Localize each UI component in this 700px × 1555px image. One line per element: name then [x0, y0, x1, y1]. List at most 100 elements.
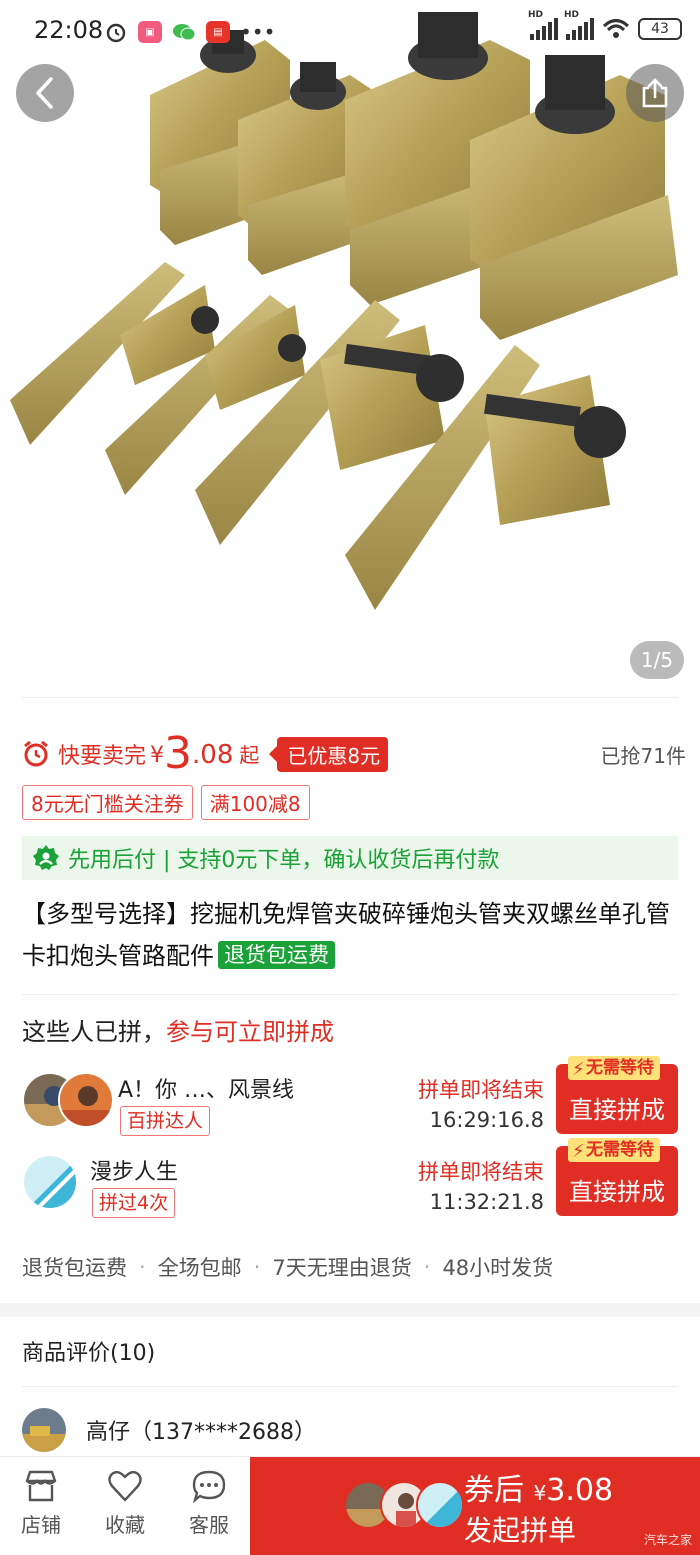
coupon-row: 8元无门槛关注券 满100减8	[22, 785, 310, 820]
share-button[interactable]	[626, 64, 684, 122]
discount-tag: 已优惠8元	[269, 736, 389, 772]
signal-icon-2: HD	[564, 10, 594, 40]
heart-icon	[108, 1470, 142, 1502]
section-gap	[0, 1303, 700, 1317]
bottom-action-bar: 店铺 收藏 客服 券后 ¥3.08 发起拼单 汽车之家	[0, 1456, 700, 1555]
network-label-2: HD	[564, 10, 580, 20]
group-row: 漫步人生 拼过4次 拼单即将结束 11:32:21.8 ⚡ 无需等待 直接拼成	[22, 1138, 678, 1218]
lightning-icon: ⚡	[572, 1141, 585, 1162]
pay-later-text: 先用后付 | 支持0元下单，确认收货后再付款	[68, 848, 500, 873]
divider	[22, 994, 678, 995]
reviews-title[interactable]: 商品评价(10)	[22, 1335, 155, 1367]
after-coupon-price: 券后 ¥3.08	[464, 1465, 613, 1509]
group-leader-name: A！你 …、风景线	[118, 1078, 295, 1103]
status-indicators: HD HD 43	[528, 10, 682, 40]
product-title: 【多型号选择】挖掘机免焊管夹破碎锤炮头管夹双螺丝单孔管卡扣炮头管路配件 退货包运费	[22, 893, 682, 977]
store-button[interactable]: 店铺	[6, 1469, 76, 1538]
status-time: 22:08	[34, 16, 104, 44]
divider	[22, 1386, 678, 1387]
no-wait-label: 无需等待	[586, 1058, 654, 1078]
shop-app-icon: ▣	[138, 21, 162, 43]
separator-dot: ·	[253, 1255, 261, 1279]
avatar	[58, 1072, 114, 1128]
group-ending-label: 拼单即将结束	[418, 1160, 544, 1184]
return-shipping-badge: 退货包运费	[218, 941, 335, 969]
group-countdown: 11:32:21.8	[429, 1190, 544, 1214]
group-avatars	[22, 1154, 78, 1210]
group-buy-header: 这些人已拼，参与可立即拼成	[22, 1012, 334, 1047]
alarm-clock-icon	[24, 740, 48, 767]
group-leader-name: 漫步人生	[90, 1160, 179, 1185]
product-photo	[10, 12, 678, 610]
share-icon	[642, 78, 668, 108]
product-title-text: 【多型号选择】挖掘机免焊管夹破碎锤炮头管夹双螺丝单孔管卡扣炮头管路配件	[22, 900, 670, 970]
avatar	[22, 1154, 78, 1210]
price-row: 快要卖完 ¥ 3 .08 起 已优惠8元 已抢71件	[22, 730, 686, 778]
join-group-button[interactable]: ⚡ 无需等待 直接拼成	[556, 1056, 678, 1134]
pay-later-banner[interactable]: 先用后付 | 支持0元下单，确认收货后再付款	[22, 836, 678, 880]
status-app-icons: ▣ ▤ •••	[104, 20, 275, 44]
after-coupon-prefix: 券后	[464, 1473, 524, 1508]
reviewer-name: 高仔（137****2688）	[86, 1420, 316, 1445]
price-decimal: .08	[192, 740, 234, 770]
no-wait-tag: ⚡ 无需等待	[568, 1056, 660, 1080]
product-image-gallery[interactable]	[0, 0, 700, 695]
store-icon	[25, 1470, 57, 1502]
separator-dot: ·	[139, 1255, 146, 1279]
coupon-follow[interactable]: 8元无门槛关注券	[22, 785, 193, 820]
lightning-icon: ⚡	[572, 1059, 585, 1080]
after-coupon-value: 3.08	[546, 1473, 614, 1508]
guarantee-item: 退货包运费	[22, 1256, 127, 1280]
divider	[22, 697, 678, 698]
no-wait-label: 无需等待	[586, 1140, 654, 1160]
urgency-label: 快要卖完	[58, 744, 147, 769]
join-group-label: 直接拼成	[569, 1178, 665, 1206]
guarantee-item: 7天无理由退货	[272, 1256, 412, 1280]
guarantee-item: 48小时发货	[442, 1256, 554, 1280]
group-ending-label: 拼单即将结束	[418, 1078, 544, 1102]
watermark: 汽车之家	[643, 1533, 692, 1547]
price-integer: 3	[164, 728, 193, 779]
customer-service-button[interactable]: 客服	[174, 1469, 244, 1538]
favorite-label: 收藏	[105, 1513, 145, 1537]
pay-later-icon	[33, 845, 59, 870]
no-wait-tag: ⚡ 无需等待	[568, 1138, 660, 1162]
signal-icon: HD	[528, 10, 558, 40]
service-guarantees[interactable]: 退货包运费 · 全场包邮 · 7天无理由退货 · 48小时发货	[22, 1252, 553, 1282]
price-suffix: 起	[239, 743, 260, 767]
wifi-icon	[602, 19, 630, 38]
chat-bubble-icon	[192, 1470, 226, 1503]
gallery-page-indicator: 1/5	[630, 641, 684, 679]
currency-symbol: ¥	[533, 1481, 547, 1505]
group-head-plain: 这些人已拼，	[22, 1018, 166, 1046]
buyer-avatars	[344, 1481, 464, 1529]
back-button[interactable]	[16, 64, 74, 122]
review-item: 高仔（137****2688）	[22, 1408, 316, 1452]
coupon-threshold[interactable]: 满100减8	[200, 785, 310, 820]
start-group-buy-button[interactable]: 券后 ¥3.08 发起拼单 汽车之家	[250, 1457, 700, 1555]
status-bar: 22:08 ▣ ▤ ••• HD HD 43	[0, 0, 700, 60]
currency-symbol: ¥	[150, 743, 165, 768]
group-row: A！你 …、风景线 百拼达人 拼单即将结束 16:29:16.8 ⚡ 无需等待 直…	[22, 1056, 678, 1136]
news-app-icon: ▤	[206, 21, 230, 43]
group-countdown: 16:29:16.8	[429, 1108, 544, 1132]
separator-dot: ·	[423, 1255, 431, 1279]
group-avatars	[22, 1072, 114, 1128]
group-leader-badge: 拼过4次	[92, 1188, 176, 1218]
sold-count: 已抢71件	[600, 744, 686, 768]
start-group-buy-label: 发起拼单	[464, 1514, 577, 1547]
join-group-button[interactable]: ⚡ 无需等待 直接拼成	[556, 1138, 678, 1216]
alarm-icon	[104, 21, 128, 43]
chevron-left-icon	[36, 77, 53, 109]
network-label: HD	[528, 10, 544, 20]
store-label: 店铺	[21, 1513, 61, 1537]
group-leader-badge: 百拼达人	[120, 1106, 211, 1136]
wechat-icon	[172, 21, 196, 43]
reviewer-avatar	[22, 1408, 66, 1452]
group-head-highlight: 参与可立即拼成	[166, 1018, 334, 1046]
favorite-button[interactable]: 收藏	[90, 1469, 160, 1538]
guarantee-item: 全场包邮	[157, 1256, 242, 1280]
more-notifications-icon: •••	[240, 20, 276, 44]
join-group-label: 直接拼成	[569, 1096, 665, 1124]
avatar	[416, 1481, 464, 1529]
